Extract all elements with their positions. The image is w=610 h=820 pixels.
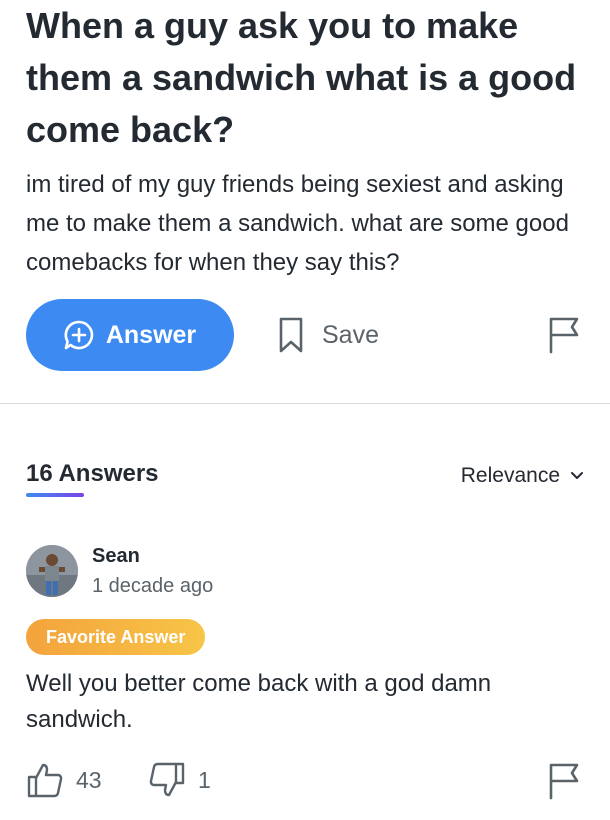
save-button[interactable]: Save [278,312,379,358]
chevron-down-icon [570,471,584,481]
answers-count: 16 Answers [26,460,159,487]
answers-tab-underline [26,493,84,497]
save-button-label: Save [322,320,379,349]
answer-timestamp: 1 decade ago [92,575,214,597]
flag-icon [548,763,580,804]
downvote-button[interactable]: 1 [148,760,211,800]
question-body: im tired of my guy friends being sexiest… [26,171,569,276]
answer-button-label: Answer [105,320,197,349]
answer-button[interactable]: Answer [26,299,234,371]
thumbs-up-icon [26,761,64,799]
upvote-count: 43 [76,766,102,793]
report-answer-button[interactable] [548,762,580,805]
question-title: When a guy ask you to make them a sandwi… [26,5,577,150]
report-question-button[interactable] [548,316,580,359]
downvote-count: 1 [198,766,211,793]
flag-icon [548,317,580,358]
thumbs-down-icon [148,761,186,799]
upvote-button[interactable]: 43 [26,760,102,800]
answer-author[interactable]: Sean [92,545,140,568]
answer-text: Well you better come back with a god dam… [26,670,492,733]
sort-label: Relevance [460,464,560,487]
favorite-answer-badge: Favorite Answer [26,619,206,655]
avatar[interactable] [26,545,78,597]
section-divider [0,403,610,404]
sort-dropdown[interactable]: Relevance [461,464,584,488]
plus-speech-bubble-icon [64,320,94,350]
bookmark-icon [278,316,304,354]
